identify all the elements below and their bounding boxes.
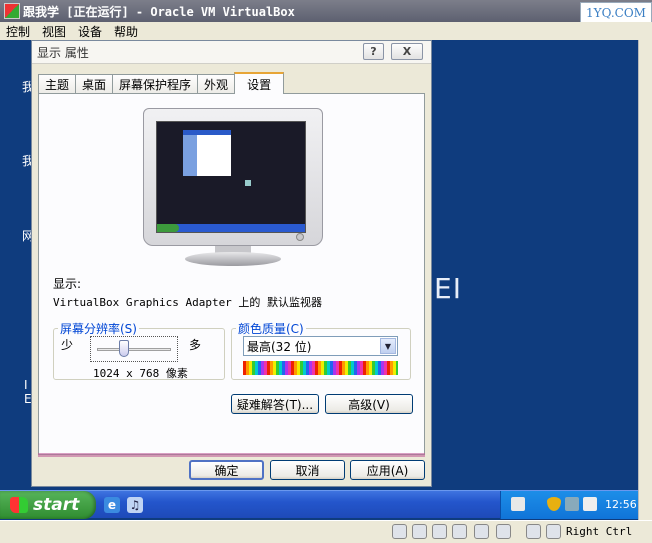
safely-remove-icon[interactable] [583, 497, 597, 511]
preview-start-button [157, 224, 179, 232]
display-properties-dialog: 显示 属性 ? X 主题 桌面 屏幕保护程序 外观 设置 显示: Virtual… [31, 40, 432, 487]
virtualization-icon[interactable] [526, 524, 541, 539]
tab-desktop[interactable]: 桌面 [75, 74, 114, 94]
hard-disk-icon[interactable] [392, 524, 407, 539]
start-label: start [33, 495, 80, 515]
chevron-down-icon[interactable]: ▼ [380, 338, 396, 354]
slider-track [97, 348, 171, 351]
dialog-title: 显示 属性 [37, 45, 89, 60]
panel-bottom-border [38, 453, 425, 457]
ok-button[interactable]: 确定 [189, 460, 264, 480]
start-button[interactable]: start [0, 491, 96, 519]
menu-help[interactable]: 帮助 [108, 23, 144, 40]
system-tray: 12:56 [500, 491, 638, 519]
help-button[interactable]: ? [363, 43, 384, 60]
taskbar-clock[interactable]: 12:56 [605, 498, 637, 511]
monitor-screen [156, 121, 306, 233]
color-quality-legend: 颜色质量(C) [238, 322, 304, 336]
cancel-button[interactable]: 取消 [270, 460, 345, 480]
resolution-slider[interactable] [90, 336, 178, 362]
troubleshoot-button[interactable]: 疑难解答(T)... [231, 394, 319, 414]
watermark-logo: 1YQ.COM [580, 2, 652, 24]
optical-drive-icon[interactable] [412, 524, 427, 539]
resolution-less-label: 少 [61, 338, 74, 352]
security-shield-icon[interactable] [547, 497, 561, 511]
color-quality-value: 最高(32 位) [247, 339, 312, 354]
media-player-icon[interactable]: ♫ [127, 497, 143, 513]
resolution-more-label: 多 [189, 338, 202, 352]
guest-taskbar: start e ♫ 12:56 [0, 490, 638, 519]
audio-icon[interactable] [432, 524, 447, 539]
menu-devices[interactable]: 设备 [72, 23, 108, 40]
tab-screensaver[interactable]: 屏幕保护程序 [112, 74, 199, 94]
tab-themes[interactable]: 主题 [38, 74, 77, 94]
network-icon[interactable] [565, 497, 579, 511]
desktop-icon-label[interactable]: I [24, 378, 28, 392]
monitor-stand-base [185, 252, 281, 266]
host-scrollbar[interactable] [638, 40, 652, 520]
tab-strip: 主题 桌面 屏幕保护程序 外观 设置 [38, 72, 285, 94]
host-title-bar[interactable]: 跟我学 [正在运行] - Oracle VM VirtualBox [0, 0, 652, 22]
preview-desktop-icon [245, 180, 251, 186]
tab-settings[interactable]: 设置 [234, 72, 285, 94]
color-spectrum-bar [243, 361, 398, 375]
host-window-title: 跟我学 [正在运行] - Oracle VM VirtualBox [23, 4, 295, 19]
host-menu-bar: 控制 视图 设备 帮助 [0, 22, 652, 40]
display-label: 显示: [53, 277, 82, 291]
usb-icon[interactable] [496, 524, 511, 539]
apply-button[interactable]: 应用(A) [350, 460, 425, 480]
menu-control[interactable]: 控制 [0, 23, 36, 40]
internet-explorer-icon[interactable]: e [104, 497, 120, 513]
menu-view[interactable]: 视图 [36, 23, 72, 40]
settings-panel: 显示: VirtualBox Graphics Adapter 上的 默认监视器… [38, 93, 425, 455]
preview-window [183, 130, 231, 176]
close-button[interactable]: X [391, 43, 423, 60]
color-quality-select[interactable]: 最高(32 位) ▼ [243, 336, 398, 356]
slider-thumb[interactable] [119, 340, 130, 357]
power-button-icon [296, 233, 304, 241]
monitor-preview[interactable] [143, 108, 323, 246]
desktop-partial-text: EI [434, 272, 462, 305]
resolution-legend: 屏幕分辨率(S) [60, 322, 137, 336]
windows-logo-icon [10, 497, 28, 513]
host-status-bar: Right Ctrl [0, 520, 652, 543]
shared-folder-icon[interactable] [474, 524, 489, 539]
tab-appearance[interactable]: 外观 [197, 74, 236, 94]
virtualbox-app-icon [4, 3, 20, 19]
host-key-label: Right Ctrl [566, 525, 633, 538]
display-device-name: VirtualBox Graphics Adapter 上的 默认监视器 [53, 296, 323, 309]
advanced-button[interactable]: 高级(V) [325, 394, 413, 414]
keyboard-icon[interactable] [511, 497, 525, 511]
resolution-value: 1024 x 768 像素 [93, 367, 188, 380]
preview-taskbar [157, 224, 305, 232]
mouse-integration-icon[interactable] [546, 524, 561, 539]
network-adapter-icon[interactable] [452, 524, 467, 539]
